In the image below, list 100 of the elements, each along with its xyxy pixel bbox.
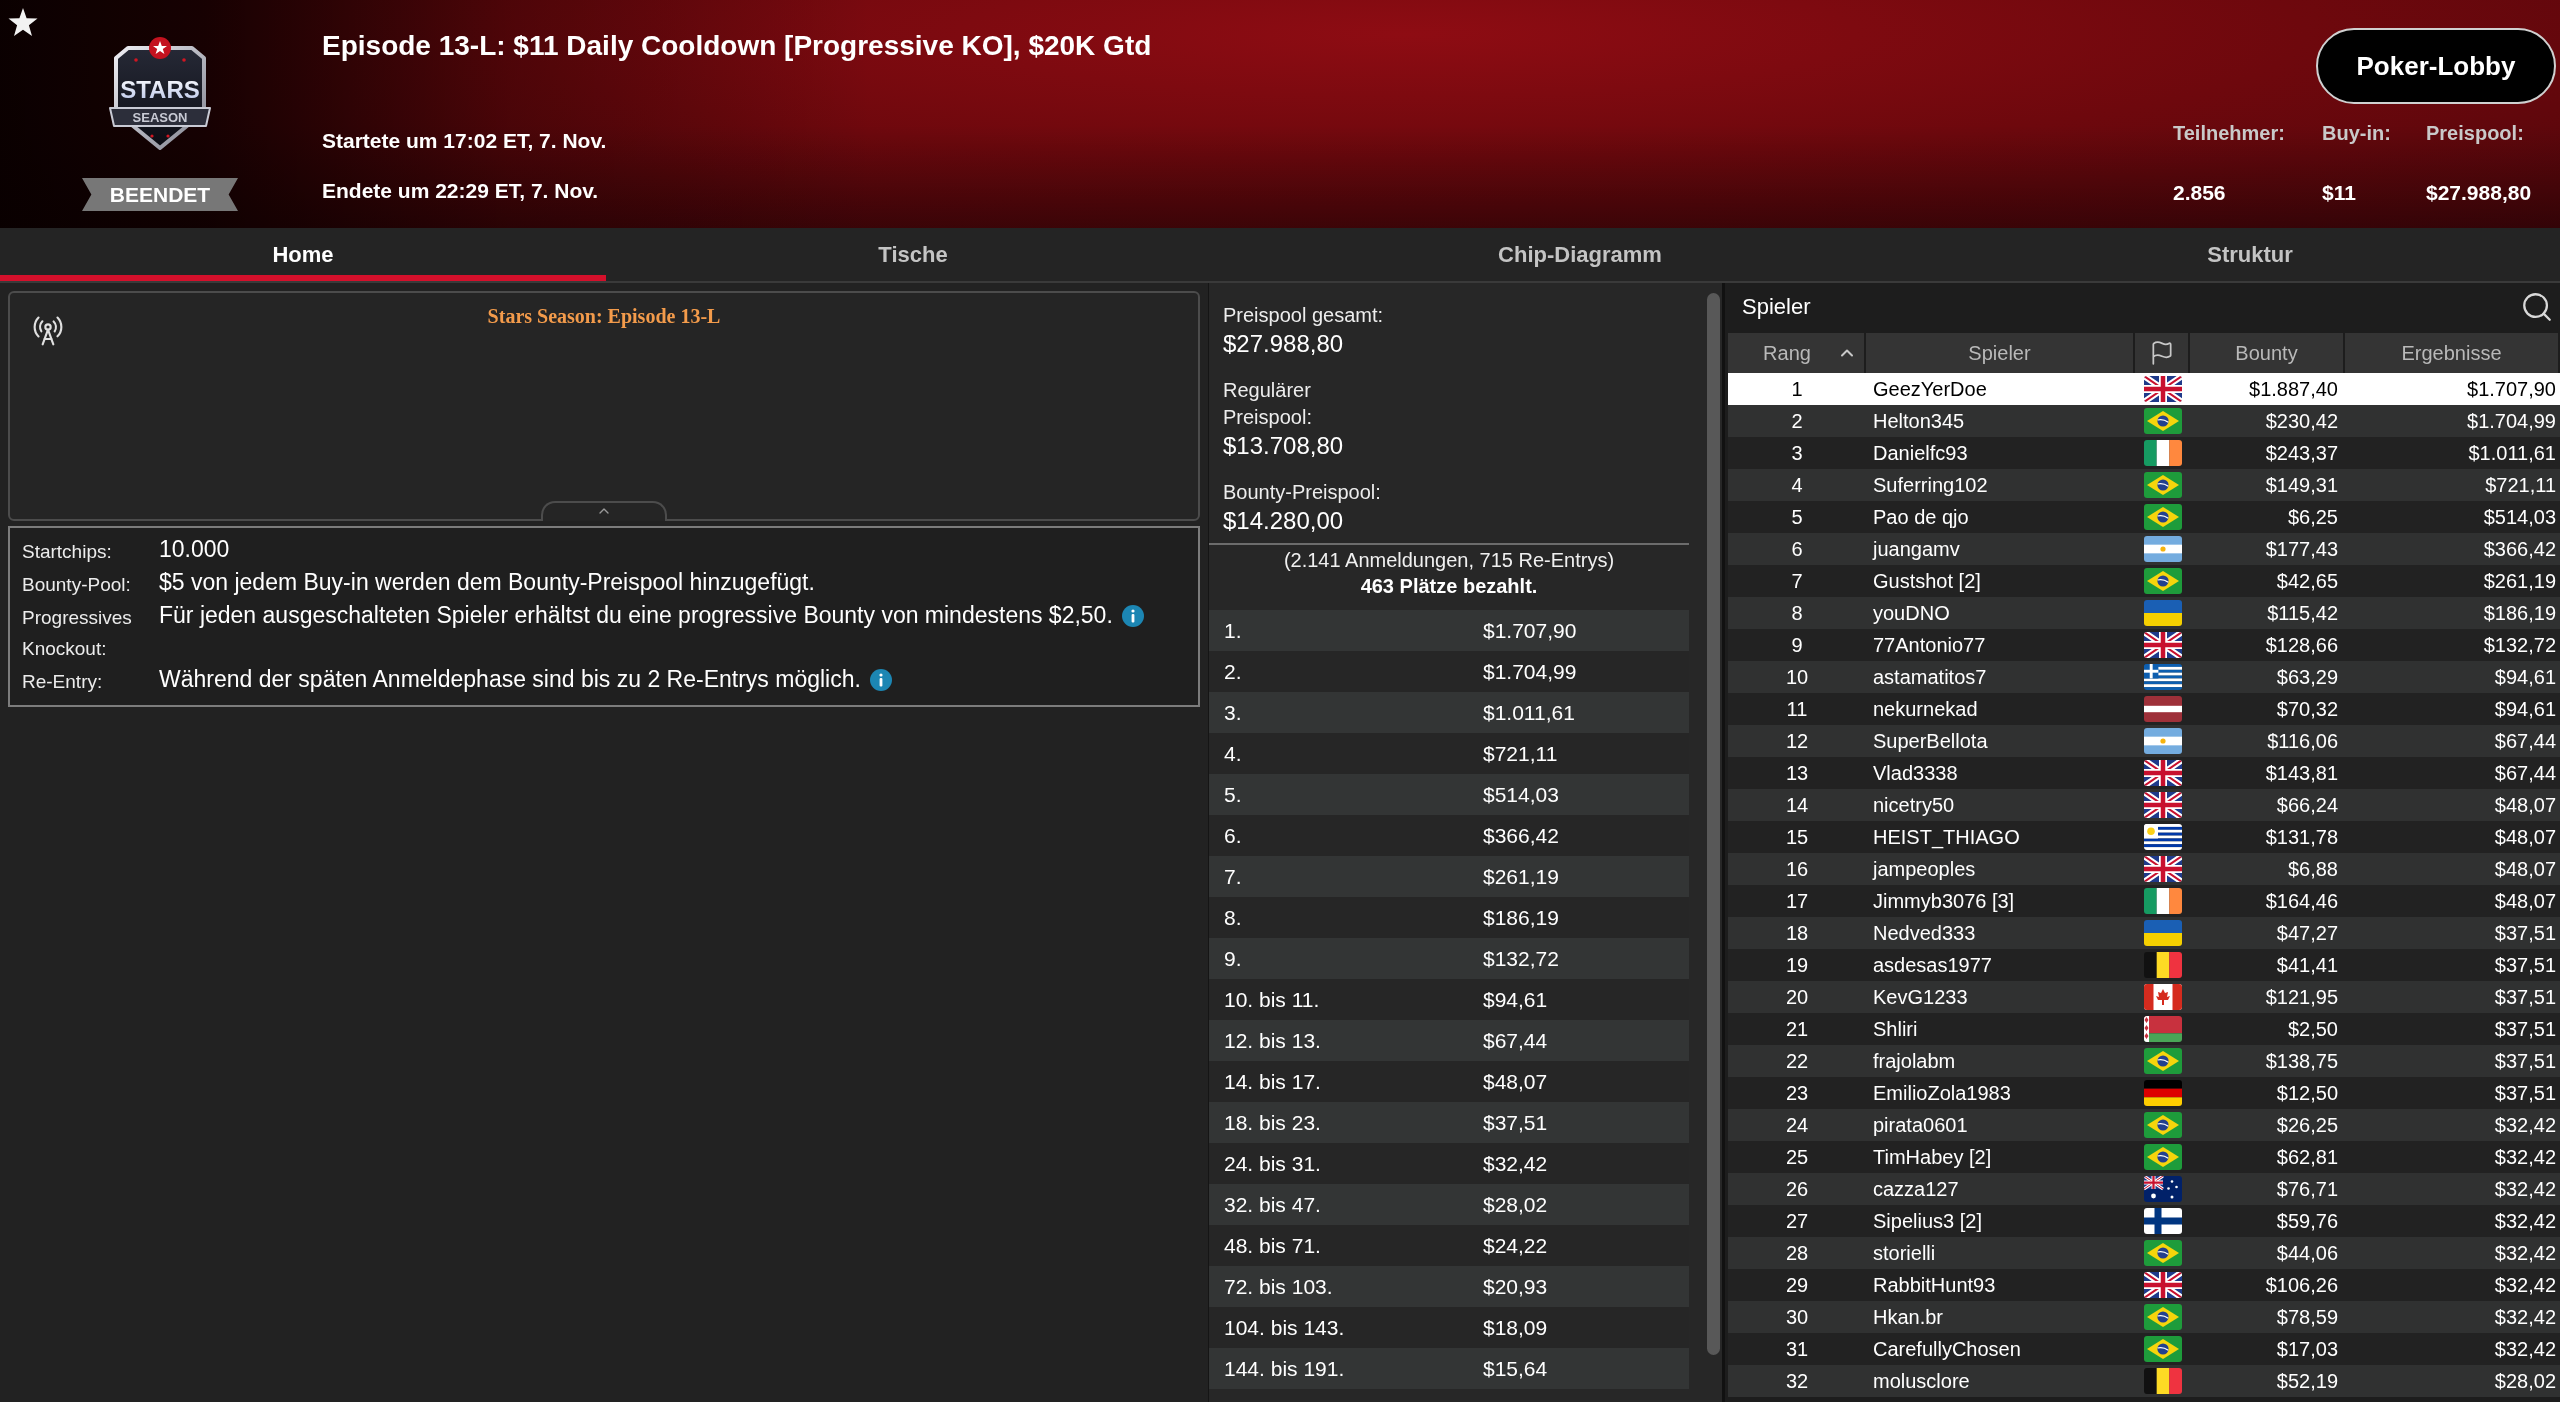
table-row[interactable]: 29 RabbitHunt93 $106,26 $32,42 xyxy=(1728,1269,2560,1301)
amount-cell: $366,42 xyxy=(1483,823,1559,848)
table-cell-text: $17,03 xyxy=(2275,1337,2339,1361)
place-cell: 1. xyxy=(1224,618,1242,643)
table-row[interactable]: 2 Helton345 $230,42 $1.704,99 xyxy=(1728,405,2560,437)
tab[interactable]: Chip-Diagramm xyxy=(1220,228,1940,281)
table-row[interactable]: 28 storielli $44,06 $32,42 xyxy=(1728,1237,2560,1269)
search-icon[interactable] xyxy=(2520,290,2554,324)
table-cell-text: 19 xyxy=(1784,953,1810,977)
table-row[interactable]: 3 Danielfc93 $243,37 $1.011,61 xyxy=(1728,437,2560,469)
table-row[interactable]: 5 Pao de qjo $6,25 $514,03 xyxy=(1728,501,2560,533)
place-cell: 104. bis 143. xyxy=(1224,1315,1345,1340)
table-row[interactable]: 1 GeezYerDoe $1.887,40 $1.707,90 xyxy=(1728,373,2560,405)
table-cell-text: Suferring102 xyxy=(1872,473,1989,497)
table-cell-text: $37,51 xyxy=(2493,1017,2557,1041)
table-cell-text: $76,71 xyxy=(2275,1177,2339,1201)
table-row[interactable]: 8 youDNO $115,42 $186,19 xyxy=(1728,597,2560,629)
table-cell-text: $63,29 xyxy=(2275,665,2339,689)
table-cell-text: HEIST_THIAGO xyxy=(1872,825,2021,849)
star-icon[interactable] xyxy=(8,8,38,37)
table-cell-text: $28,02 xyxy=(2493,1369,2557,1393)
table-cell-text: $186,19 xyxy=(2482,601,2557,625)
table-cell-text: cazza127 xyxy=(1872,1177,1960,1201)
table-cell-text: $115,42 xyxy=(2266,601,2339,625)
tab[interactable]: Tische xyxy=(606,228,1220,281)
table-cell-text: 32 xyxy=(1784,1369,1810,1393)
table-cell-text: $67,44 xyxy=(2493,729,2557,753)
table-cell-text: $106,26 xyxy=(2264,1273,2339,1297)
table-row[interactable]: 20 KevG1233 $121,95 $37,51 xyxy=(1728,981,2560,1013)
table-cell-text: $32,42 xyxy=(2493,1145,2557,1169)
table-row[interactable]: 23 EmilioZola1983 $12,50 $37,51 xyxy=(1728,1077,2560,1109)
table-row[interactable]: 11 nekurnekad $70,32 $94,61 xyxy=(1728,693,2560,725)
ireland-flag-icon xyxy=(2143,440,2182,466)
table-cell-text: 3 xyxy=(1790,441,1804,465)
table-row[interactable]: 27 Sipelius3 [2] $59,76 $32,42 xyxy=(1728,1205,2560,1237)
table-cell-text: 13 xyxy=(1784,761,1810,785)
detail-label: Startchips: xyxy=(22,540,113,564)
poker-lobby-button[interactable]: Poker-Lobby xyxy=(2316,28,2556,104)
table-row[interactable]: 17 Jimmyb3076 [3] $164,46 $48,07 xyxy=(1728,885,2560,917)
table-row[interactable]: 21 Shliri $2,50 $37,51 xyxy=(1728,1013,2560,1045)
table-row[interactable]: 7 Gustshot [2] $42,65 $261,19 xyxy=(1728,565,2560,597)
tournament-title: Episode 13-L: $11 Daily Cooldown [Progressive KO], $20K Gtd xyxy=(322,29,1152,63)
ukraine-flag-icon xyxy=(2143,600,2182,626)
table-row[interactable]: 4 Suferring102 $149,31 $721,11 xyxy=(1728,469,2560,501)
brazil-flag-icon xyxy=(2143,472,2182,498)
scrollbar[interactable] xyxy=(1707,293,1720,1355)
table-cell-text: $42,65 xyxy=(2275,569,2339,593)
start-time: Startete um 17:02 ET, 7. Nov. xyxy=(322,128,607,154)
table-row[interactable]: 15 HEIST_THIAGO $131,78 $48,07 xyxy=(1728,821,2560,853)
table-row[interactable]: 24 pirata0601 $26,25 $32,42 xyxy=(1728,1109,2560,1141)
table-cell-text: 16 xyxy=(1784,857,1810,881)
table-row[interactable]: 31 CarefullyChosen $17,03 $32,42 xyxy=(1728,1333,2560,1365)
table-row[interactable]: 25 TimHabey [2] $62,81 $32,42 xyxy=(1728,1141,2560,1173)
collapse-handle[interactable] xyxy=(541,501,667,521)
tab[interactable]: Struktur xyxy=(1940,228,2560,281)
place-cell: 9. xyxy=(1224,946,1242,971)
table-row[interactable]: 26 cazza127 $76,71 $32,42 xyxy=(1728,1173,2560,1205)
table-cell-text: $32,42 xyxy=(2493,1177,2557,1201)
info-icon[interactable] xyxy=(1121,605,1144,627)
amount-cell: $1.707,90 xyxy=(1483,618,1577,643)
table-cell-text: $62,81 xyxy=(2275,1145,2339,1169)
table-row[interactable]: 13 Vlad3338 $143,81 $67,44 xyxy=(1728,757,2560,789)
table-row[interactable]: 30 Hkan.br $78,59 $32,42 xyxy=(1728,1301,2560,1333)
table-cell-text: 6 xyxy=(1790,537,1804,561)
table-row[interactable]: 12 SuperBellota $116,06 $67,44 xyxy=(1728,725,2560,757)
table-cell-text: $78,59 xyxy=(2275,1305,2339,1329)
table-cell-text: 30 xyxy=(1784,1305,1810,1329)
place-cell: 10. bis 11. xyxy=(1224,987,1320,1012)
table-cell-text: $37,51 xyxy=(2493,1049,2557,1073)
table-row[interactable]: 19 asdesas1977 $41,41 $37,51 xyxy=(1728,949,2560,981)
table-cell-text: $32,42 xyxy=(2493,1273,2557,1297)
table-cell-text: Hkan.br xyxy=(1872,1305,1945,1329)
table-cell-text: GeezYerDoe xyxy=(1872,377,1988,401)
tab[interactable]: Home xyxy=(0,228,606,281)
table-cell-text: 25 xyxy=(1784,1145,1810,1169)
belgium-flag-icon xyxy=(2143,1368,2182,1394)
amount-cell: $721,11 xyxy=(1483,741,1558,766)
table-cell-text: Danielfc93 xyxy=(1872,441,1969,465)
table-row[interactable]: 16 jampeoples $6,88 $48,07 xyxy=(1728,853,2560,885)
entries-text: (2.141 Anmeldungen, 715 Re-Entrys) xyxy=(1282,548,1616,573)
place-cell: 72. bis 103. xyxy=(1224,1274,1333,1299)
australia-flag-icon xyxy=(2143,1176,2182,1202)
table-cell-text: 17 xyxy=(1784,889,1810,913)
table-cell-text: 31 xyxy=(1784,1337,1810,1361)
table-row[interactable]: 18 Nedved333 $47,27 $37,51 xyxy=(1728,917,2560,949)
place-cell: 6. xyxy=(1224,823,1242,848)
table-cell-text: 26 xyxy=(1784,1177,1810,1201)
table-row[interactable]: 32 molusclore $52,19 $28,02 xyxy=(1728,1365,2560,1397)
table-cell-text: 27 xyxy=(1784,1209,1810,1233)
table-row[interactable]: 14 nicetry50 $66,24 $48,07 xyxy=(1728,789,2560,821)
info-icon[interactable] xyxy=(869,669,892,691)
table-cell-text: $261,19 xyxy=(2482,569,2557,593)
table-row[interactable]: 6 juangamv $177,43 $366,42 xyxy=(1728,533,2560,565)
table-cell-text: astamatitos7 xyxy=(1872,665,1988,689)
table-row[interactable]: 9 77Antonio77 $128,66 $132,72 xyxy=(1728,629,2560,661)
amount-cell: $1.704,99 xyxy=(1483,659,1577,684)
table-row[interactable]: 22 frajolabm $138,75 $37,51 xyxy=(1728,1045,2560,1077)
amount-cell: $186,19 xyxy=(1483,905,1559,930)
table-row[interactable]: 10 astamatitos7 $63,29 $94,61 xyxy=(1728,661,2560,693)
uk-flag-icon xyxy=(2143,760,2182,786)
